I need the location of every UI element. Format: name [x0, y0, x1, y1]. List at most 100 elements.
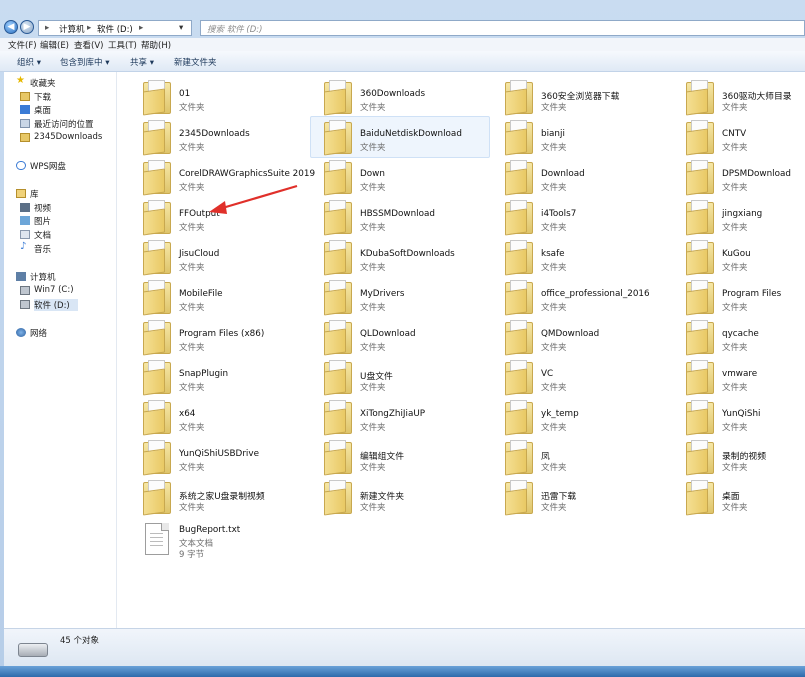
chevron-down-icon[interactable]: ▾ [179, 23, 183, 33]
nav-music[interactable]: ♪ 音乐 [20, 241, 51, 255]
folder-item[interactable]: Download 文件夹 [489, 158, 669, 198]
folder-item[interactable]: ksafe 文件夹 [489, 238, 669, 278]
desktop-icon [20, 105, 30, 114]
folder-name: 2345Downloads [179, 129, 250, 139]
folder-item[interactable]: 编辑组文件 文件夹 [308, 438, 488, 478]
nav-computer[interactable]: 计算机 [16, 271, 56, 283]
address-box[interactable]: ▸ 计算机 ▸ 软件 (D:) ▸ ▾ [38, 20, 192, 36]
folder-type: 文件夹 [360, 383, 386, 393]
folder-item[interactable]: DPSMDownload 文件夹 [670, 158, 805, 198]
back-icon[interactable]: ◀ [4, 20, 18, 34]
menu-tools[interactable]: 工具(T) [108, 39, 137, 51]
cloud-icon [16, 161, 26, 170]
video-icon [20, 203, 30, 212]
folder-type: 文件夹 [360, 503, 386, 513]
folder-icon [505, 120, 535, 156]
folder-item[interactable]: BaiduNetdiskDownload 文件夹 [308, 116, 490, 158]
nav-drive-d[interactable]: 软件 (D:) [20, 299, 78, 311]
folder-type: 文件夹 [541, 143, 567, 153]
folder-item[interactable]: 凤文件夹 [489, 438, 669, 478]
folder-item[interactable]: 360驱动大师目录 文件夹 [670, 78, 805, 118]
menu-edit[interactable]: 编辑(E) [40, 39, 69, 51]
menu-help[interactable]: 帮助(H) [141, 39, 171, 51]
folder-item[interactable]: VC 文件夹 [489, 358, 669, 398]
folder-name: 360Downloads [360, 89, 426, 99]
folder-item[interactable]: Program Files 文件夹 [670, 278, 805, 318]
nav-pictures[interactable]: 图片 [20, 215, 51, 227]
breadcrumb-drive-d[interactable]: 软件 (D:) [97, 23, 133, 35]
folder-item[interactable]: MyDrivers 文件夹 [308, 278, 488, 318]
folder-item[interactable]: 01 文件夹 [127, 78, 307, 118]
folder-item[interactable]: 360安全浏览器下载 文件夹 [489, 78, 669, 118]
folder-icon [505, 360, 535, 396]
folder-item[interactable]: SnapPlugin 文件夹 [127, 358, 307, 398]
folder-item[interactable]: QMDownload 文件夹 [489, 318, 669, 358]
folder-icon [143, 80, 173, 116]
folder-item[interactable]: KDubaSoftDownloads 文件夹 [308, 238, 488, 278]
folder-name: Down [360, 169, 385, 179]
folder-item[interactable]: YunQiShi 文件夹 [670, 398, 805, 438]
folder-item[interactable]: 桌面 文件夹 [670, 478, 805, 518]
folder-item[interactable]: YunQiShiUSBDrive 文件夹 [127, 438, 307, 478]
folder-item[interactable]: qycache 文件夹 [670, 318, 805, 358]
folder-icon [143, 320, 173, 356]
folder-icon [324, 120, 354, 156]
folder-item[interactable]: x64 文件夹 [127, 398, 307, 438]
folder-item[interactable]: yk_temp 文件夹 [489, 398, 669, 438]
folder-type: 文件夹 [360, 143, 386, 153]
folder-item[interactable]: KuGou 文件夹 [670, 238, 805, 278]
folder-item[interactable]: MobileFile 文件夹 [127, 278, 307, 318]
folder-item[interactable]: JisuCloud 文件夹 [127, 238, 307, 278]
nav-desktop[interactable]: 桌面 [20, 104, 51, 116]
folder-item[interactable]: bianji 文件夹 [489, 118, 669, 158]
folder-item[interactable]: XiTongZhiJiaUP 文件夹 [308, 398, 488, 438]
document-icon [20, 230, 30, 239]
folder-item[interactable]: QLDownload 文件夹 [308, 318, 488, 358]
share-button[interactable]: 共享 ▾ [130, 56, 154, 68]
folder-type: 文件夹 [179, 103, 205, 113]
folder-item[interactable]: Program Files (x86) 文件夹 [127, 318, 307, 358]
nav-2345downloads[interactable]: 2345Downloads [20, 132, 102, 144]
menu-view[interactable]: 查看(V) [74, 39, 103, 51]
include-in-library-button[interactable]: 包含到库中 ▾ [60, 56, 109, 68]
nav-downloads[interactable]: 下载 [20, 91, 51, 103]
nav-videos[interactable]: 视频 [20, 202, 51, 214]
folder-type: 文件夹 [541, 503, 567, 513]
nav-drive-c[interactable]: Win7 (C:) [20, 285, 74, 297]
folder-icon [143, 240, 173, 276]
nav-wps-cloud[interactable]: WPS网盘 [16, 160, 66, 172]
folder-item[interactable]: 2345Downloads 文件夹 [127, 118, 307, 158]
folder-item[interactable]: 迅雷下载 文件夹 [489, 478, 669, 518]
folder-item[interactable]: jingxiang 文件夹 [670, 198, 805, 238]
forward-icon[interactable]: ▶ [20, 20, 34, 34]
folder-name: bianji [541, 129, 565, 139]
nav-favorites[interactable]: ★ 收藏夹 [16, 75, 56, 89]
file-item[interactable]: BugReport.txt 文本文档 9 字节 [127, 520, 307, 566]
folder-item[interactable]: 新建文件夹 文件夹 [308, 478, 488, 518]
folder-name: CNTV [722, 129, 747, 139]
folder-item[interactable]: office_professional_2016 文件夹 [489, 278, 669, 318]
nav-network[interactable]: 网络 [16, 327, 47, 339]
menu-file[interactable]: 文件(F) [8, 39, 37, 51]
text-file-icon [145, 523, 169, 555]
folder-icon [686, 400, 716, 436]
folder-item[interactable]: HBSSMDownload 文件夹 [308, 198, 488, 238]
folder-item[interactable]: vmware 文件夹 [670, 358, 805, 398]
folder-item[interactable]: Down 文件夹 [308, 158, 488, 198]
nav-recent[interactable]: 最近访问的位置 [20, 118, 94, 130]
folder-item[interactable]: 360Downloads 文件夹 [308, 78, 488, 118]
folder-item[interactable]: 系统之家U盘录制视频 文件夹 [127, 478, 307, 518]
search-input[interactable]: 搜索 软件 (D:) [200, 20, 805, 36]
breadcrumb-computer[interactable]: 计算机 [59, 23, 85, 35]
nav-libraries[interactable]: 库 [16, 188, 39, 200]
folder-icon [505, 320, 535, 356]
folder-item[interactable]: U盘文件 文件夹 [308, 358, 488, 398]
folder-item[interactable]: 录制的视频 文件夹 [670, 438, 805, 478]
folder-item[interactable]: i4Tools7 文件夹 [489, 198, 669, 238]
drive-icon [20, 286, 30, 295]
organize-button[interactable]: 组织 ▾ [17, 56, 41, 68]
new-folder-button[interactable]: 新建文件夹 [174, 56, 217, 68]
nav-documents[interactable]: 文档 [20, 229, 51, 241]
folder-item[interactable]: CNTV 文件夹 [670, 118, 805, 158]
folder-type: 文件夹 [541, 383, 567, 393]
